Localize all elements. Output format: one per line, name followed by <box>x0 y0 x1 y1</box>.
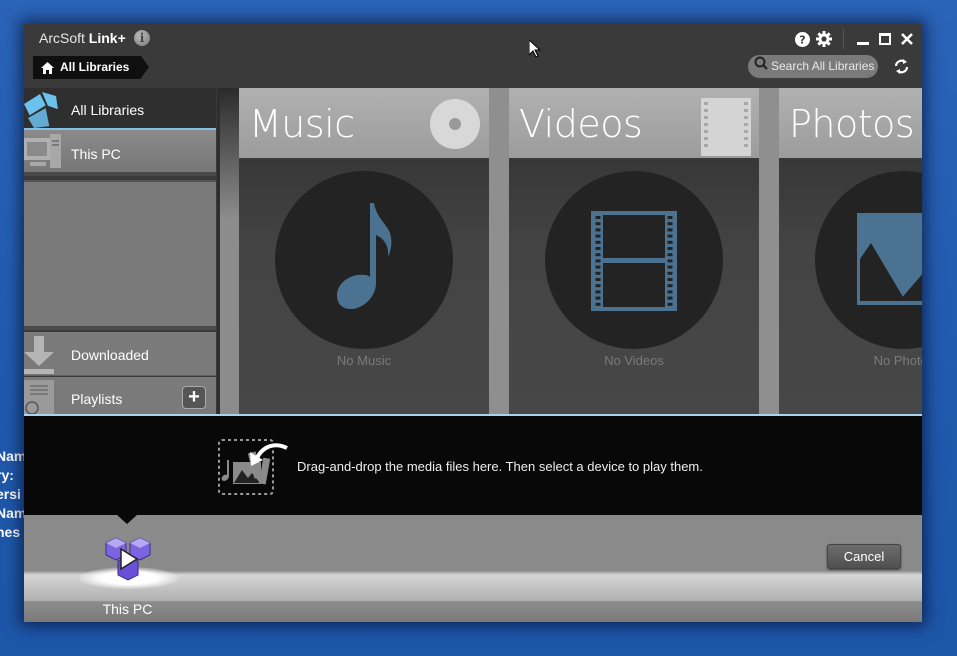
drop-zone[interactable]: Drag-and-drop the media files here. Then… <box>24 414 922 515</box>
device-label[interactable]: This PC <box>24 601 231 617</box>
help-icon[interactable]: ? <box>791 30 813 48</box>
computer-icon <box>24 134 62 175</box>
film-icon <box>591 211 677 311</box>
app-title: ArcSoft Link+ <box>39 30 126 46</box>
info-icon[interactable]: i <box>134 30 150 46</box>
tile-title: Music <box>249 102 355 146</box>
svg-text:?: ? <box>799 33 805 46</box>
sidebar-item-this-pc[interactable]: This PC <box>24 130 216 176</box>
maximize-icon[interactable] <box>874 30 896 48</box>
sidebar: All Libraries This PC Downloaded Playlis… <box>24 88 217 417</box>
drop-media-icon <box>217 438 289 500</box>
tile-title: Videos <box>519 102 643 146</box>
mouse-cursor-icon <box>528 38 542 62</box>
pc-player-icon[interactable] <box>102 535 154 591</box>
empty-text: No Music <box>336 353 392 368</box>
close-icon[interactable] <box>896 30 918 48</box>
box-icon <box>24 90 60 131</box>
sidebar-item-playlists[interactable]: Playlists + <box>24 377 216 417</box>
app-name: ArcSoft <box>39 30 85 46</box>
app-name-bold: Link+ <box>88 30 126 46</box>
search-icon <box>754 55 768 78</box>
download-icon <box>24 336 56 377</box>
search-input[interactable]: Search All Libraries <box>748 55 878 78</box>
desktop-text-line: ry: <box>0 467 14 483</box>
search-placeholder: Search All Libraries <box>771 59 875 73</box>
empty-text: No Photos <box>873 353 922 368</box>
gear-icon[interactable] <box>813 30 835 48</box>
tile-header: Videos <box>509 88 759 158</box>
drop-instructions: Drag-and-drop the media files here. Then… <box>297 459 703 474</box>
sidebar-item-downloaded[interactable]: Downloaded <box>24 332 216 376</box>
tile-header: Photos <box>779 88 922 158</box>
sidebar-item-all-libraries[interactable]: All Libraries <box>24 88 216 130</box>
breadcrumb[interactable]: All Libraries <box>33 56 150 79</box>
library-tiles: Music No Music Videos No Videos Photos N… <box>239 88 922 414</box>
tile-music[interactable]: Music No Music <box>239 88 489 414</box>
playlist-icon <box>24 380 54 417</box>
photos-placeholder <box>815 171 922 349</box>
tile-header: Music <box>239 88 489 158</box>
desktop-background-text: Nam ry: ersi Nam nes <box>0 447 26 542</box>
device-bar: This PC Cancel <box>24 515 922 622</box>
cancel-button[interactable]: Cancel <box>827 544 901 569</box>
sidebar-empty-area <box>24 180 216 330</box>
add-playlist-button[interactable]: + <box>182 386 206 409</box>
refresh-icon[interactable] <box>893 58 910 79</box>
desktop-text-line: Nam <box>0 448 26 464</box>
filmstrip-icon <box>701 98 751 160</box>
sidebar-item-label: All Libraries <box>71 102 145 118</box>
tile-title: Photos <box>789 102 915 146</box>
music-placeholder <box>275 171 453 349</box>
tile-videos[interactable]: Videos No Videos <box>509 88 759 414</box>
photo-icon <box>857 213 922 305</box>
desktop-text-line: ersi <box>0 486 21 502</box>
sidebar-scrollbar[interactable] <box>217 88 239 414</box>
sidebar-item-label: This PC <box>71 146 121 162</box>
breadcrumb-label: All Libraries <box>60 60 130 74</box>
music-note-icon <box>337 203 392 309</box>
selection-pointer <box>117 515 137 524</box>
window-controls: ? <box>791 29 922 49</box>
desktop-text-line: nes <box>0 524 21 540</box>
sidebar-item-label: Downloaded <box>71 347 149 363</box>
minimize-icon[interactable] <box>852 30 874 48</box>
tile-photos[interactable]: Photos No Photos <box>779 88 922 414</box>
disc-icon <box>429 98 481 154</box>
videos-placeholder <box>545 171 723 349</box>
divider <box>843 29 844 49</box>
empty-text: No Videos <box>604 353 664 368</box>
home-icon <box>41 61 54 74</box>
app-window: ArcSoft Link+ i All Libraries ? Search A… <box>24 24 922 622</box>
title-bar: ArcSoft Link+ i All Libraries ? Search A… <box>24 24 922 88</box>
sidebar-item-label: Playlists <box>71 391 123 407</box>
desktop-text-line: Nam <box>0 505 26 521</box>
